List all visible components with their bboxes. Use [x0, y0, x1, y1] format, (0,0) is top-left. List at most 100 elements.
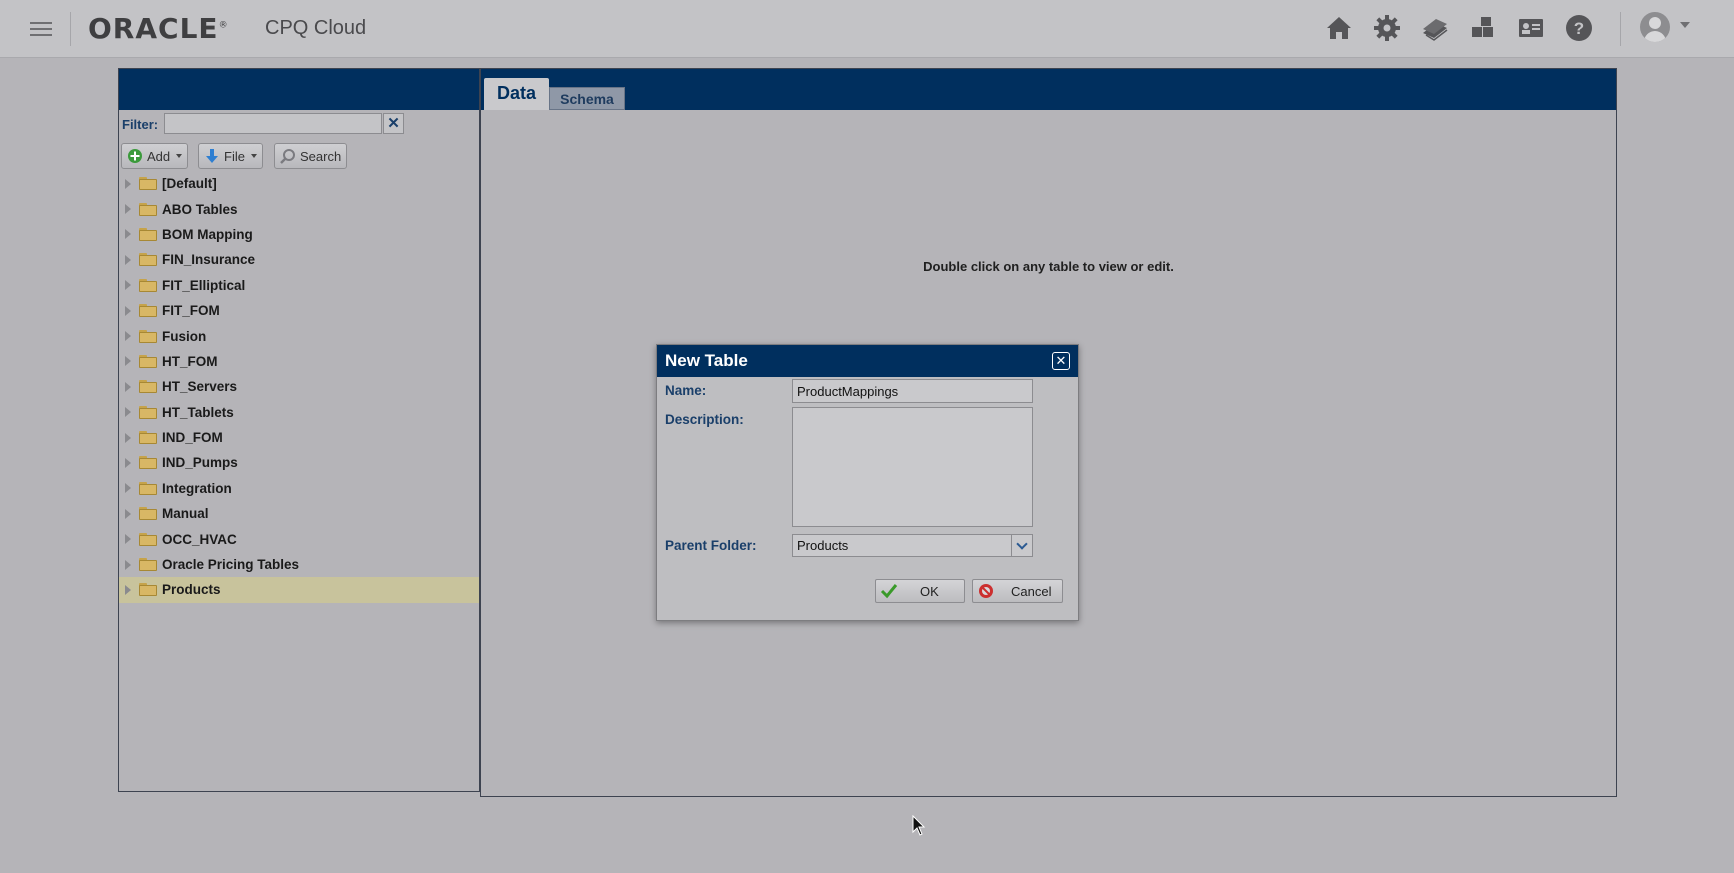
tree-folder-item[interactable]: BOM Mapping	[119, 222, 479, 247]
tree-folder-item[interactable]: FIT_FOM	[119, 298, 479, 323]
tree-folder-item[interactable]: FIT_Elliptical	[119, 273, 479, 298]
tab-data[interactable]: Data	[484, 78, 549, 110]
parent-folder-select[interactable]: Products	[792, 534, 1033, 557]
avatar[interactable]	[1640, 12, 1670, 42]
money-icon[interactable]	[1418, 11, 1452, 45]
tree-folder-label: Integration	[162, 480, 232, 496]
dropdown-toggle[interactable]	[1011, 535, 1032, 556]
tree-folder-item[interactable]: Products	[119, 577, 479, 603]
description-label: Description:	[665, 412, 744, 427]
expand-arrow-icon[interactable]	[125, 432, 131, 443]
tree-folder-item[interactable]: OCC_HVAC	[119, 526, 479, 551]
tree-folder-item[interactable]: IND_FOM	[119, 425, 479, 450]
expand-arrow-icon[interactable]	[125, 483, 131, 494]
folder-icon	[139, 456, 157, 470]
tree-folder-label: HT_Servers	[162, 379, 238, 395]
parent-folder-value: Products	[797, 538, 849, 553]
home-icon[interactable]	[1322, 11, 1356, 45]
folder-icon	[139, 177, 157, 191]
expand-arrow-icon[interactable]	[125, 457, 131, 468]
tree-folder-item[interactable]: HT_Tablets	[119, 400, 479, 425]
filter-input[interactable]	[164, 113, 382, 134]
file-button[interactable]: File	[198, 143, 263, 169]
mouse-pointer-icon	[912, 815, 926, 836]
search-icon	[280, 149, 295, 164]
folder-icon	[139, 583, 157, 597]
folder-icon	[139, 532, 157, 546]
chevron-down-icon	[1016, 538, 1028, 550]
tree-folder-item[interactable]: HT_Servers	[119, 374, 479, 399]
search-button[interactable]: Search	[274, 143, 348, 169]
expand-arrow-icon[interactable]	[125, 254, 131, 265]
tree-folder-label: FIT_FOM	[162, 303, 220, 319]
gear-icon[interactable]	[1370, 11, 1404, 45]
checkmark-icon	[880, 584, 898, 599]
chevron-down-icon	[176, 154, 183, 158]
folder-icon	[139, 431, 157, 445]
ok-button-label: OK	[920, 583, 939, 599]
folder-icon	[139, 380, 157, 394]
help-icon[interactable]: ?	[1562, 11, 1596, 45]
expand-arrow-icon[interactable]	[125, 584, 131, 595]
expand-arrow-icon[interactable]	[125, 381, 131, 392]
tree-folder-label: [Default]	[162, 176, 217, 192]
expand-arrow-icon[interactable]	[125, 508, 131, 519]
name-field[interactable]	[792, 379, 1033, 403]
expand-arrow-icon[interactable]	[125, 407, 131, 418]
oracle-logo[interactable]: ORACLE®	[88, 12, 229, 45]
tree-folder-label: Manual	[162, 506, 209, 522]
folder-icon	[139, 329, 157, 343]
tree-folder-label: Fusion	[162, 328, 207, 344]
description-field[interactable]	[792, 407, 1033, 527]
chevron-down-icon	[250, 154, 257, 158]
header-icon-bar: ?	[1322, 8, 1596, 48]
cancel-icon	[979, 584, 993, 598]
folder-icon	[139, 558, 157, 572]
folder-icon	[139, 481, 157, 495]
tree-folder-label: Products	[162, 582, 221, 598]
expand-arrow-icon[interactable]	[125, 204, 131, 215]
add-button[interactable]: Add	[121, 143, 189, 169]
table-tree-panel: Filter: ✕ Add File Search [Default] ABO T…	[118, 68, 480, 792]
expand-arrow-icon[interactable]	[125, 229, 131, 240]
cancel-button[interactable]: Cancel	[972, 579, 1063, 603]
tree-folder-item[interactable]: IND_Pumps	[119, 450, 479, 475]
expand-arrow-icon[interactable]	[125, 331, 131, 342]
name-label: Name:	[665, 383, 707, 398]
clear-filter-icon[interactable]: ✕	[383, 113, 404, 134]
expand-arrow-icon[interactable]	[125, 280, 131, 291]
plus-icon	[128, 149, 142, 163]
tree-folder-item[interactable]: ABO Tables	[119, 196, 479, 221]
expand-arrow-icon[interactable]	[125, 534, 131, 545]
header-divider	[70, 12, 71, 46]
tree-folder-label: IND_FOM	[162, 430, 223, 446]
tab-schema[interactable]: Schema	[549, 87, 625, 110]
tree-folder-label: FIT_Elliptical	[162, 277, 246, 293]
tree-folder-label: ABO Tables	[162, 201, 238, 217]
tree-folder-label: IND_Pumps	[162, 455, 238, 471]
expand-arrow-icon[interactable]	[125, 559, 131, 570]
expand-arrow-icon[interactable]	[125, 305, 131, 316]
tree-folder-item[interactable]: Integration	[119, 476, 479, 501]
folder-icon	[139, 202, 157, 216]
tree-folder-item[interactable]: Oracle Pricing Tables	[119, 552, 479, 577]
tree-folder-item[interactable]: [Default]	[119, 171, 479, 196]
id-card-icon[interactable]	[1514, 11, 1548, 45]
chevron-down-icon[interactable]	[1680, 22, 1690, 28]
tree-folder-item[interactable]: HT_FOM	[119, 349, 479, 374]
dialog-title: New Table	[665, 351, 748, 370]
tree-folder-item[interactable]: Fusion	[119, 323, 479, 348]
expand-arrow-icon[interactable]	[125, 178, 131, 189]
hamburger-menu-icon[interactable]	[30, 18, 52, 38]
folder-icon	[139, 354, 157, 368]
empty-state-hint: Double click on any table to view or edi…	[923, 259, 1174, 274]
tree-folder-item[interactable]: Manual	[119, 501, 479, 526]
add-button-label: Add	[147, 148, 171, 164]
ok-button[interactable]: OK	[875, 579, 965, 603]
expand-arrow-icon[interactable]	[125, 356, 131, 367]
right-panel-header: Data Schema	[481, 69, 1616, 110]
search-button-label: Search	[300, 148, 342, 164]
blocks-icon[interactable]	[1466, 11, 1500, 45]
tree-folder-item[interactable]: FIN_Insurance	[119, 247, 479, 272]
close-icon[interactable]: ✕	[1052, 352, 1070, 370]
